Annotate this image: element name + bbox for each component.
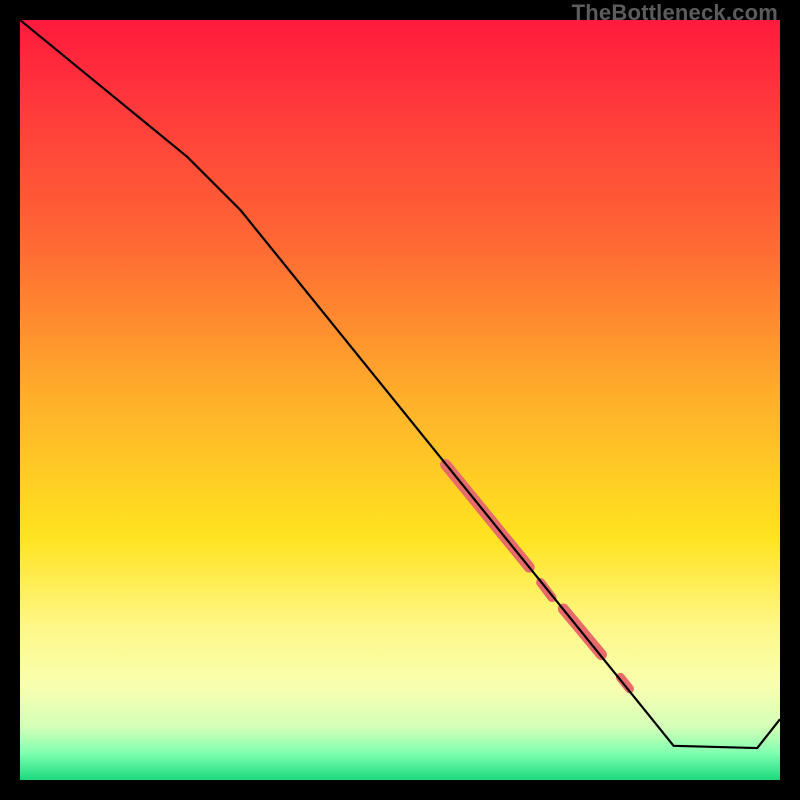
gradient-background xyxy=(20,20,780,780)
chart-frame: TheBottleneck.com xyxy=(0,0,800,800)
chart-svg xyxy=(20,20,780,780)
chart-plot-area xyxy=(20,20,780,780)
